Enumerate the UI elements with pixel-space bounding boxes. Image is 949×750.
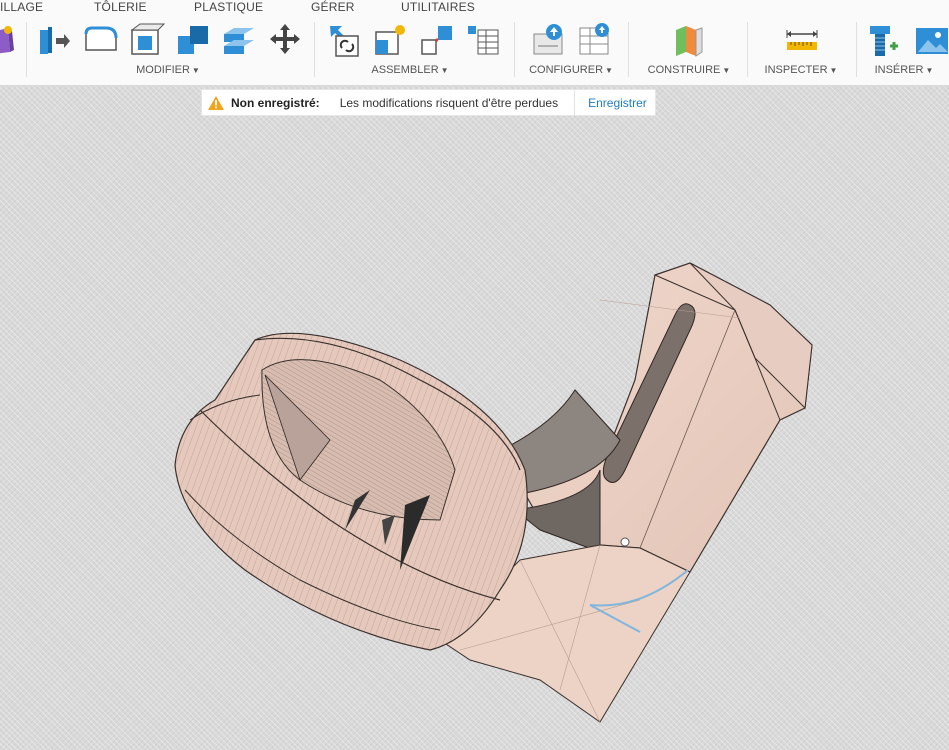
combine-icon[interactable]	[174, 20, 212, 60]
fillet-icon[interactable]	[82, 20, 120, 60]
construire-group-menu[interactable]: CONSTRUIRE ▼	[648, 64, 731, 76]
tab-utilitaires[interactable]: UTILITAIRES	[401, 0, 475, 14]
3d-viewport[interactable]	[0, 86, 949, 750]
modifier-group-menu[interactable]: MODIFIER ▼	[136, 64, 200, 76]
unsaved-banner: Non enregistré: Les modifications risque…	[201, 89, 656, 116]
insert-bolt-icon[interactable]	[866, 20, 904, 60]
separator	[514, 22, 515, 77]
inspecter-group-menu[interactable]: INSPECTER ▼	[765, 64, 838, 76]
joint-icon[interactable]	[326, 20, 364, 60]
warning-icon	[208, 95, 224, 110]
inserer-group-menu[interactable]: INSÉRER ▼	[875, 64, 934, 76]
insert-image-icon[interactable]	[912, 20, 949, 60]
offset-face-icon[interactable]	[220, 20, 258, 60]
separator	[856, 22, 857, 77]
move-icon[interactable]	[266, 20, 304, 60]
part-disk	[174, 332, 528, 651]
rigid-group-icon[interactable]	[418, 20, 456, 60]
configurer-group-menu[interactable]: CONFIGURER ▼	[529, 64, 613, 76]
separator	[747, 22, 748, 77]
bom-table-icon[interactable]	[464, 20, 502, 60]
measure-icon[interactable]	[783, 20, 821, 60]
workspace-tabs: ILLAGE TÔLERIE PLASTIQUE GÉRER UTILITAIR…	[0, 0, 949, 16]
config-table-icon[interactable]	[576, 20, 614, 60]
model-render	[174, 262, 813, 723]
tab-gerer[interactable]: GÉRER	[311, 0, 355, 14]
shell-icon[interactable]	[128, 20, 166, 60]
banner-message: Les modifications risquent d'être perdue…	[339, 95, 559, 110]
separator	[628, 22, 629, 77]
separator	[26, 22, 27, 77]
save-link[interactable]: Enregistrer	[588, 96, 647, 110]
pivot-point[interactable]	[620, 537, 630, 547]
tab-outillage[interactable]: ILLAGE	[0, 0, 43, 14]
tab-tolerie[interactable]: TÔLERIE	[94, 0, 147, 14]
ribbon-toolbar: ILLAGE TÔLERIE PLASTIQUE GÉRER UTILITAIR…	[0, 0, 949, 86]
banner-divider	[574, 89, 576, 116]
config-icon[interactable]	[530, 20, 568, 60]
assembler-group-menu[interactable]: ASSEMBLER ▼	[371, 64, 448, 76]
banner-title: Non enregistré:	[231, 95, 320, 110]
separator	[314, 22, 315, 77]
tab-plastique[interactable]: PLASTIQUE	[194, 0, 263, 14]
plane-icon[interactable]	[670, 20, 708, 60]
new-component-icon[interactable]	[372, 20, 410, 60]
create-box-icon[interactable]	[0, 20, 16, 60]
press-pull-icon[interactable]	[36, 20, 74, 60]
